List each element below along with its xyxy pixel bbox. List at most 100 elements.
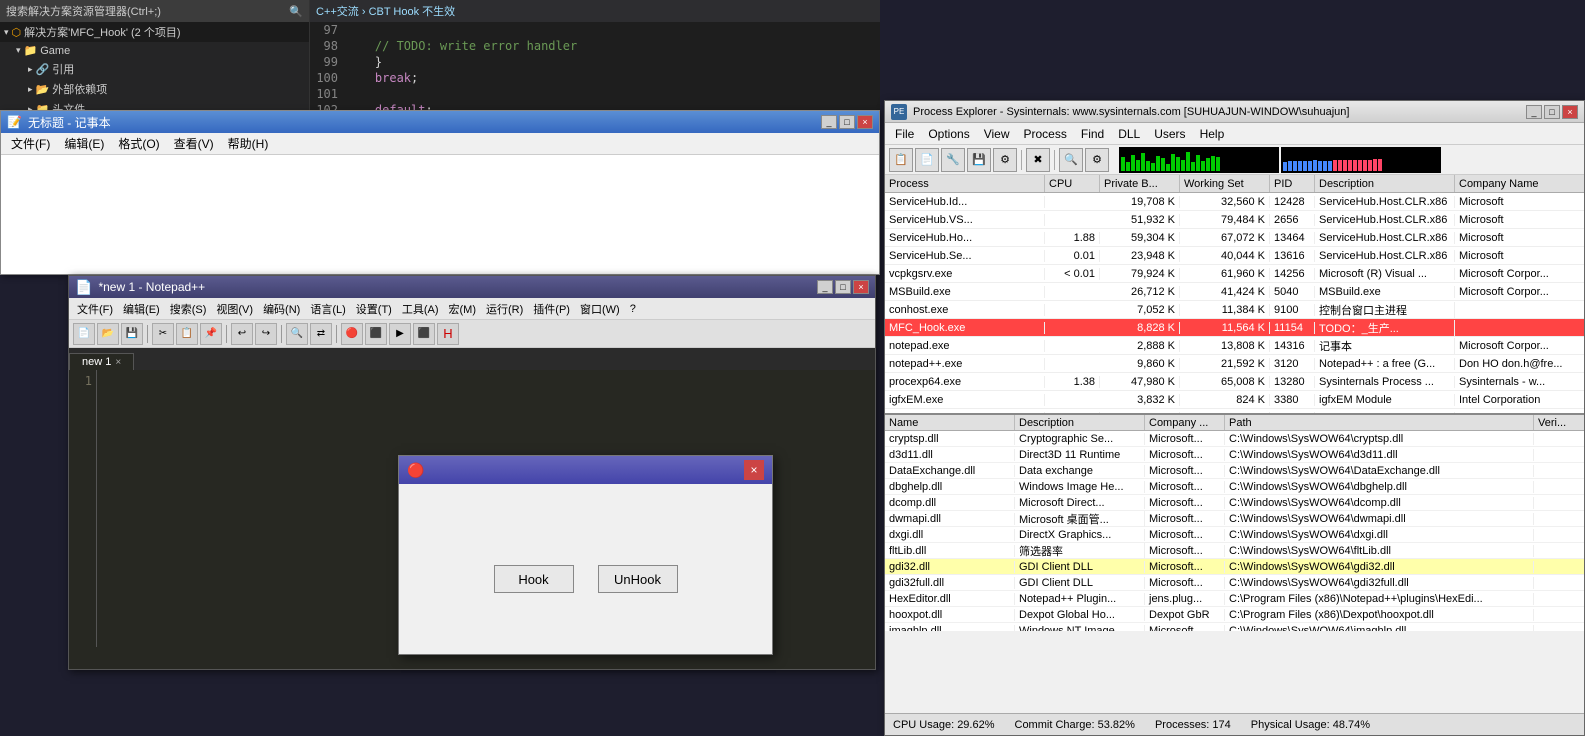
pe-col-company[interactable]: Company Name <box>1455 175 1584 192</box>
pe-menu-view[interactable]: View <box>978 125 1016 143</box>
npp-menu-macro[interactable]: 宏(M) <box>445 299 481 319</box>
notepad-menu-edit[interactable]: 编辑(E) <box>58 133 110 154</box>
npp-tb-macro[interactable]: H <box>437 323 459 345</box>
pe-menu-process[interactable]: Process <box>1018 125 1073 143</box>
pe-tb-btn6[interactable]: ✖ <box>1026 148 1050 172</box>
pe-dll-col-verify[interactable]: Veri... <box>1534 415 1584 430</box>
pe-process-row[interactable]: MSBuild.exe 26,712 K 41,424 K 5040 MSBui… <box>885 283 1584 301</box>
notepad-menu-format[interactable]: 格式(O) <box>112 133 165 154</box>
pe-dll-row[interactable]: gdi32.dll GDI Client DLL Microsoft... C:… <box>885 559 1584 575</box>
pe-dll-col-name[interactable]: Name <box>885 415 1015 430</box>
vs-tree-game[interactable]: ▾ 📁 Game <box>0 42 309 59</box>
hook-button[interactable]: Hook <box>494 565 574 593</box>
npp-menu-view[interactable]: 视图(V) <box>212 299 257 319</box>
notepad-menu-view[interactable]: 查看(V) <box>168 133 220 154</box>
pe-col-working[interactable]: Working Set <box>1180 175 1270 192</box>
vs-tree-headers[interactable]: ▸ 📁 头文件 <box>0 99 309 110</box>
npp-menu-search[interactable]: 搜索(S) <box>166 299 211 319</box>
pe-menu-file[interactable]: File <box>889 125 920 143</box>
pe-dll-col-company[interactable]: Company ... <box>1145 415 1225 430</box>
pe-process-row[interactable]: conhost.exe 7,052 K 11,384 K 9100 控制台窗口主… <box>885 301 1584 319</box>
pe-dll-row[interactable]: imaghlp.dll Windows NT Image... Microsof… <box>885 623 1584 631</box>
npp-tab-new1[interactable]: new 1 × <box>69 353 134 370</box>
pe-dll-row[interactable]: hooxpot.dll Dexpot Global Ho... Dexpot G… <box>885 607 1584 623</box>
vs-tree-external[interactable]: ▸ 📂 外部依赖项 <box>0 79 309 99</box>
notepad-minimize-btn[interactable]: _ <box>821 115 837 129</box>
npp-menu-edit[interactable]: 编辑(E) <box>119 299 164 319</box>
pe-dll-row[interactable]: dxgi.dll DirectX Graphics... Microsoft..… <box>885 527 1584 543</box>
npp-tb-find[interactable]: 🔍 <box>286 323 308 345</box>
pe-col-desc[interactable]: Description <box>1315 175 1455 192</box>
notepad-menu-help[interactable]: 帮助(H) <box>222 133 275 154</box>
pe-process-row[interactable]: igfxEM.exe 3,832 K 824 K 3380 igfxEM Mod… <box>885 391 1584 409</box>
npp-menu-lang[interactable]: 语言(L) <box>306 299 349 319</box>
notepad-menu-file[interactable]: 文件(F) <box>5 133 56 154</box>
pe-dll-col-desc[interactable]: Description <box>1015 415 1145 430</box>
pe-maximize-btn[interactable]: □ <box>1544 105 1560 119</box>
npp-tb-cut[interactable]: ✂ <box>152 323 174 345</box>
pe-tb-btn3[interactable]: 🔧 <box>941 148 965 172</box>
npp-tb-redo[interactable]: ↪ <box>255 323 277 345</box>
pe-dll-row[interactable]: d3d11.dll Direct3D 11 Runtime Microsoft.… <box>885 447 1584 463</box>
notepad-maximize-btn[interactable]: □ <box>839 115 855 129</box>
vs-tree-solution[interactable]: ▾ ⬡ 解决方案'MFC_Hook' (2 个项目) <box>0 22 309 42</box>
npp-minimize-btn[interactable]: _ <box>817 280 833 294</box>
npp-menu-file[interactable]: 文件(F) <box>73 299 117 319</box>
pe-col-private[interactable]: Private B... <box>1100 175 1180 192</box>
npp-tb-zoom-out[interactable]: ⬛ <box>365 323 387 345</box>
npp-tb-undo[interactable]: ↩ <box>231 323 253 345</box>
npp-tab-close[interactable]: × <box>115 357 121 368</box>
pe-col-process[interactable]: Process <box>885 175 1045 192</box>
pe-menu-dll[interactable]: DLL <box>1112 125 1146 143</box>
pe-process-row[interactable]: TiltWheelMouse.exe < 0.01 1,644 K 992 K … <box>885 409 1584 413</box>
pe-process-row[interactable]: ServiceHub.Se... 0.01 23,948 K 40,044 K … <box>885 247 1584 265</box>
pe-tb-btn5[interactable]: ⚙ <box>993 148 1017 172</box>
npp-menu-settings[interactable]: 设置(T) <box>352 299 396 319</box>
pe-tb-btn8[interactable]: ⚙ <box>1085 148 1109 172</box>
pe-menu-help[interactable]: Help <box>1194 125 1231 143</box>
unhook-button[interactable]: UnHook <box>598 565 678 593</box>
npp-menu-help[interactable]: ? <box>626 301 640 317</box>
pe-tb-btn1[interactable]: 📋 <box>889 148 913 172</box>
npp-tb-rec[interactable]: ▶ <box>389 323 411 345</box>
pe-tb-btn7[interactable]: 🔍 <box>1059 148 1083 172</box>
pe-tb-btn2[interactable]: 📄 <box>915 148 939 172</box>
pe-menu-users[interactable]: Users <box>1148 125 1191 143</box>
pe-dll-row[interactable]: HexEditor.dll Notepad++ Plugin... jens.p… <box>885 591 1584 607</box>
npp-tb-copy[interactable]: 📋 <box>176 323 198 345</box>
pe-dll-row[interactable]: cryptsp.dll Cryptographic Se... Microsof… <box>885 431 1584 447</box>
pe-menu-options[interactable]: Options <box>922 125 975 143</box>
npp-menu-window[interactable]: 窗口(W) <box>576 299 624 319</box>
npp-tb-paste[interactable]: 📌 <box>200 323 222 345</box>
pe-process-row[interactable]: ServiceHub.Id... 19,708 K 32,560 K 12428… <box>885 193 1584 211</box>
pe-process-row[interactable]: procexp64.exe 1.38 47,980 K 65,008 K 132… <box>885 373 1584 391</box>
notepad-close-btn[interactable]: × <box>857 115 873 129</box>
pe-dll-row[interactable]: gdi32full.dll GDI Client DLL Microsoft..… <box>885 575 1584 591</box>
npp-menu-plugins[interactable]: 插件(P) <box>529 299 574 319</box>
npp-tb-save[interactable]: 💾 <box>121 323 143 345</box>
pe-dll-col-path[interactable]: Path <box>1225 415 1534 430</box>
npp-close-btn[interactable]: × <box>853 280 869 294</box>
npp-menu-tools[interactable]: 工具(A) <box>398 299 443 319</box>
pe-close-btn[interactable]: × <box>1562 105 1578 119</box>
pe-process-row[interactable]: ServiceHub.VS... 51,932 K 79,484 K 2656 … <box>885 211 1584 229</box>
npp-maximize-btn[interactable]: □ <box>835 280 851 294</box>
pe-process-row[interactable]: notepad++.exe 9,860 K 21,592 K 3120 Note… <box>885 355 1584 373</box>
pe-process-row[interactable]: ServiceHub.Ho... 1.88 59,304 K 67,072 K … <box>885 229 1584 247</box>
pe-col-pid[interactable]: PID <box>1270 175 1315 192</box>
npp-menu-encode[interactable]: 编码(N) <box>259 299 304 319</box>
pe-process-row[interactable]: notepad.exe 2,888 K 13,808 K 14316 记事本 M… <box>885 337 1584 355</box>
pe-dll-row[interactable]: dcomp.dll Microsoft Direct... Microsoft.… <box>885 495 1584 511</box>
pe-process-row[interactable]: MFC_Hook.exe 8,828 K 11,564 K 11154 TODO… <box>885 319 1584 337</box>
npp-tb-stop[interactable]: ⬛ <box>413 323 435 345</box>
pe-menu-find[interactable]: Find <box>1075 125 1110 143</box>
npp-tb-zoom-in[interactable]: 🔴 <box>341 323 363 345</box>
dialog-close-btn[interactable]: × <box>744 460 764 480</box>
npp-tb-open[interactable]: 📂 <box>97 323 119 345</box>
pe-dll-row[interactable]: fltLib.dll 筛选器率 Microsoft... C:\Windows\… <box>885 543 1584 559</box>
pe-dll-row[interactable]: dwmapi.dll Microsoft 桌面管... Microsoft...… <box>885 511 1584 527</box>
pe-dll-row[interactable]: dbghelp.dll Windows Image He... Microsof… <box>885 479 1584 495</box>
pe-tb-btn4[interactable]: 💾 <box>967 148 991 172</box>
vs-tree-refs[interactable]: ▸ 🔗 引用 <box>0 59 309 79</box>
npp-menu-run[interactable]: 运行(R) <box>482 299 527 319</box>
